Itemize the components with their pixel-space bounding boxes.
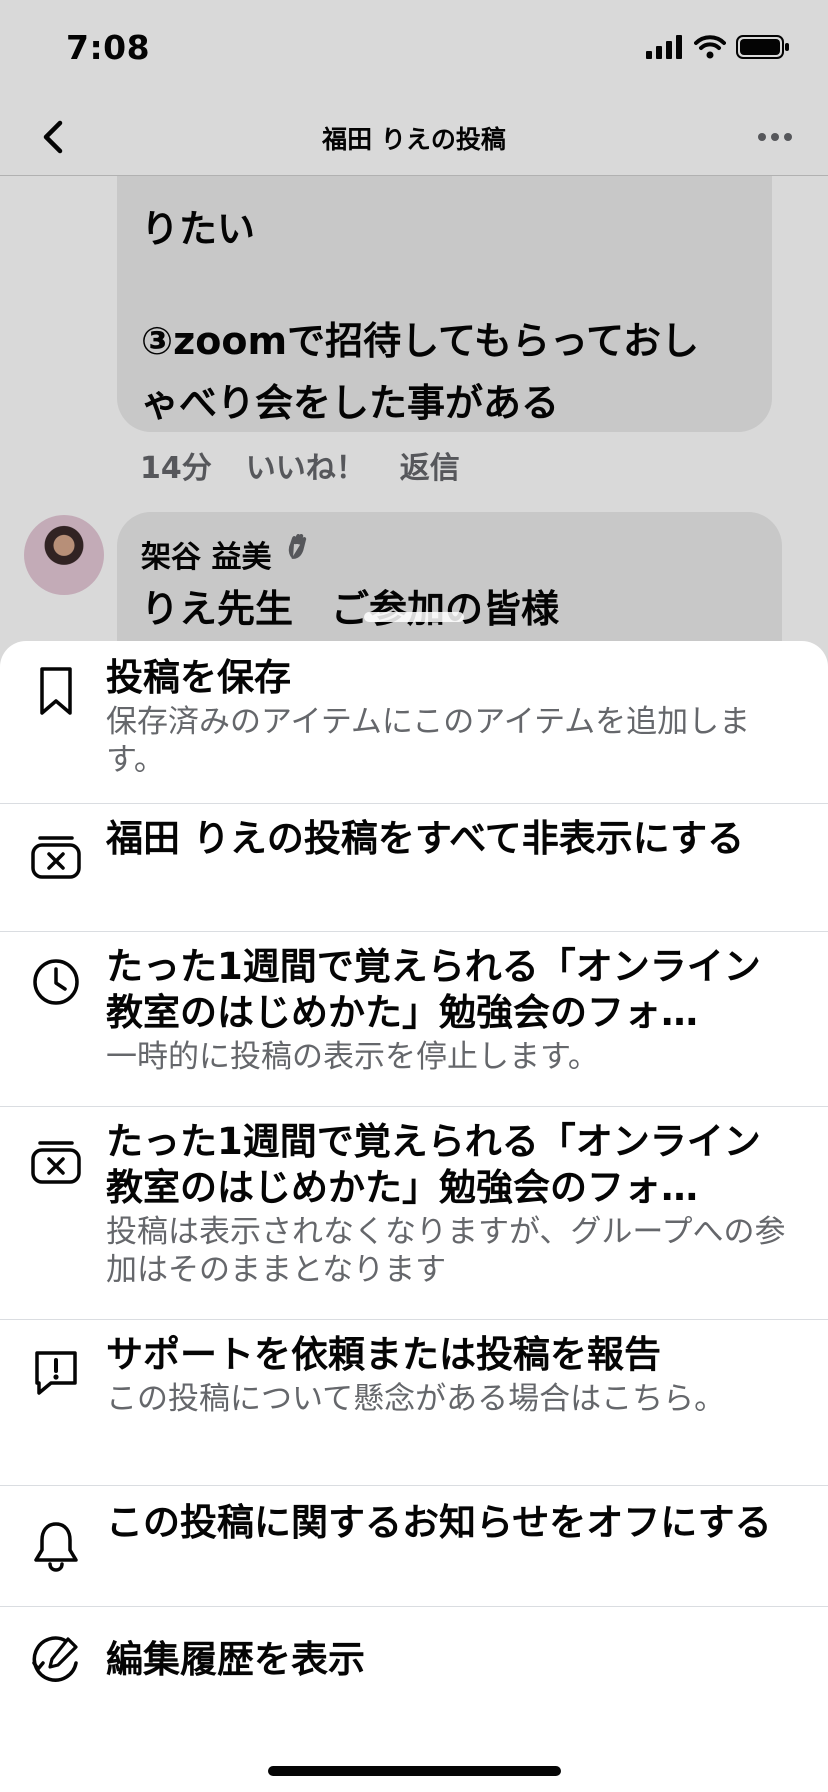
bell-icon	[28, 1518, 84, 1574]
menu-item-title: 投稿を保存	[106, 656, 291, 699]
hide-box-icon	[28, 828, 84, 884]
menu-item-notifications-off[interactable]: この投稿に関するお知らせをオフにする	[0, 1486, 828, 1607]
menu-item-title: たった1週間で覚えられる「オンライン教室のはじめかた」勉強会のフォ…	[106, 1120, 761, 1209]
menu-item-title: 福田 りえの投稿をすべて非表示にする	[106, 817, 745, 860]
menu-item-subtitle: この投稿について懸念がある場合はこちら。	[106, 1381, 726, 1417]
home-indicator	[268, 1766, 561, 1776]
menu-item-report[interactable]: サポートを依頼または投稿を報告 この投稿について懸念がある場合はこちら。	[0, 1320, 828, 1486]
menu-item-edit-history[interactable]: 編集履歴を表示	[0, 1607, 828, 1717]
edit-history-icon	[28, 1631, 84, 1687]
menu-item-save-post[interactable]: 投稿を保存 保存済みのアイテムにこのアイテムを追加します。	[0, 641, 828, 804]
hide-box-icon	[28, 1133, 84, 1189]
menu-item-subtitle: 一時的に投稿の表示を停止します。	[106, 1039, 599, 1075]
menu-item-title: この投稿に関するお知らせをオフにする	[106, 1501, 772, 1544]
action-sheet: 投稿を保存 保存済みのアイテムにこのアイテムを追加します。 福田 りえの投稿をす…	[0, 641, 828, 1792]
sheet-grabber[interactable]	[364, 612, 464, 622]
menu-item-snooze[interactable]: たった1週間で覚えられる「オンライン教室のはじめかた」勉強会のフォ… 一時的に投…	[0, 932, 828, 1107]
menu-item-title: 編集履歴を表示	[106, 1638, 365, 1681]
menu-item-subtitle: 投稿は表示されなくなりますが、グループへの参加はそのままとなります	[106, 1214, 786, 1288]
bookmark-icon	[28, 663, 84, 719]
clock-icon	[28, 954, 84, 1010]
menu-item-subtitle: 保存済みのアイテムにこのアイテムを追加します。	[106, 704, 751, 778]
report-icon	[28, 1344, 84, 1400]
menu-item-hide-group[interactable]: たった1週間で覚えられる「オンライン教室のはじめかた」勉強会のフォ… 投稿は表示…	[0, 1107, 828, 1320]
menu-item-title: たった1週間で覚えられる「オンライン教室のはじめかた」勉強会のフォ…	[106, 945, 761, 1034]
menu-item-hide-all[interactable]: 福田 りえの投稿をすべて非表示にする	[0, 804, 828, 932]
menu-item-title: サポートを依頼または投稿を報告	[106, 1333, 661, 1376]
